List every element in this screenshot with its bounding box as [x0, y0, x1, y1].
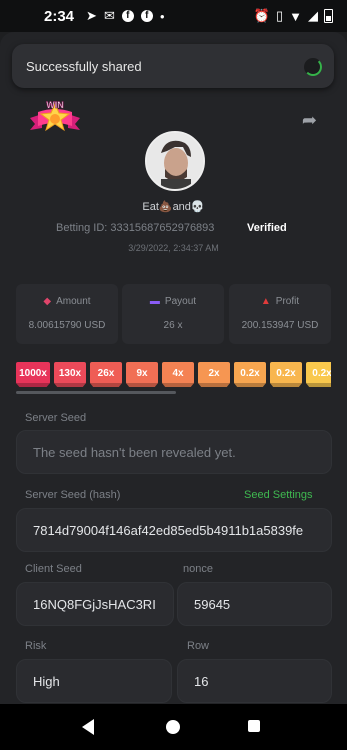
seed-settings-link[interactable]: Seed Settings — [244, 489, 313, 501]
stat-payout: ▬ Payout 26 x — [122, 284, 224, 344]
multiplier-slot: 130x — [54, 362, 86, 384]
avatar — [145, 131, 205, 191]
client-seed-label: Client Seed — [25, 563, 82, 575]
facebook-icon: f — [121, 10, 134, 22]
vibrate-icon: ▯ — [275, 8, 284, 23]
notification-icons: ➤ ✉ f f ● — [86, 8, 165, 24]
dot-icon: ● — [159, 11, 165, 21]
toast-message: Successfully shared — [26, 58, 142, 74]
nonce-label: nonce — [183, 563, 213, 575]
coins-icon: ◆ — [43, 296, 52, 307]
stat-profit: ▲ Profit 200.153947 USD — [229, 284, 331, 344]
status-bar: 2:34 ➤ ✉ f f ● ⏰ ▯ ▼ ◢ — [0, 0, 347, 32]
multiplier-strip[interactable]: 1000x 130x 26x 9x 4x 2x 0.2x 0.2x 0.2x — [16, 362, 331, 388]
username: Eat💩and💀 — [142, 201, 205, 213]
multiplier-slot: 1000x — [16, 362, 50, 384]
toast-notification: Successfully shared — [12, 44, 334, 88]
home-icon[interactable] — [166, 720, 180, 734]
wallet-icon: ▬ — [149, 296, 160, 307]
loading-spinner-icon — [304, 58, 322, 76]
stat-profit-label: Profit — [275, 296, 300, 307]
stat-payout-label: Payout — [164, 296, 197, 307]
nonce-value: 59645 — [194, 596, 231, 612]
win-badge-icon: WIN — [26, 96, 84, 142]
multiplier-slot: 0.2x — [306, 362, 331, 384]
system-icons: ⏰ ▯ ▼ ◢ — [254, 8, 333, 24]
multiplier-slot: 4x — [162, 362, 194, 384]
share-icon[interactable]: ➦ — [302, 110, 317, 131]
back-icon[interactable] — [82, 719, 94, 735]
verified-badge: Verified — [247, 222, 287, 234]
server-seed-field[interactable]: The seed hasn't been revealed yet. — [16, 430, 332, 474]
row-field[interactable]: 16 — [177, 659, 332, 703]
client-seed-field[interactable]: 16NQ8FGjJsHAC3RI — [16, 582, 174, 626]
server-seed-label: Server Seed — [25, 412, 87, 424]
multiplier-slot: 0.2x — [270, 362, 302, 384]
stat-amount: ◆ Amount 8.00615790 USD — [16, 284, 118, 344]
row-value: 16 — [194, 673, 209, 689]
server-seed-hash-value: 7814d79004f146af42ed85ed5b4911b1a5839fe — [33, 522, 304, 538]
server-seed-placeholder: The seed hasn't been revealed yet. — [33, 444, 236, 460]
alarm-icon: ⏰ — [253, 8, 270, 23]
nonce-field[interactable]: 59645 — [177, 582, 332, 626]
svg-text:WIN: WIN — [46, 100, 64, 110]
risk-field[interactable]: High — [16, 659, 172, 703]
stat-amount-value: 8.00615790 USD — [28, 320, 106, 331]
recents-icon[interactable] — [248, 720, 260, 732]
stat-amount-label: Amount — [56, 296, 91, 307]
telegram-icon: ➤ — [86, 8, 97, 23]
bet-date: 3/29/2022, 2:34:37 AM — [128, 243, 219, 253]
gmail-icon: ✉ — [103, 8, 115, 23]
facebook-icon: f — [140, 10, 153, 22]
wifi-icon: ▼ — [289, 8, 302, 24]
betting-id: Betting ID: 33315687652976893 — [56, 222, 215, 234]
server-seed-hash-field[interactable]: 7814d79004f146af42ed85ed5b4911b1a5839fe — [16, 508, 332, 552]
risk-label: Risk — [25, 640, 47, 652]
multiplier-slot: 9x — [126, 362, 158, 384]
stat-payout-value: 26 x — [163, 320, 183, 331]
client-seed-value: 16NQ8FGjJsHAC3RI — [33, 596, 156, 612]
multiplier-slot: 0.2x — [234, 362, 266, 384]
android-nav-bar — [0, 704, 347, 750]
server-seed-hash-label: Server Seed (hash) — [25, 489, 121, 501]
multiplier-slot: 26x — [90, 362, 122, 384]
multiplier-scrollbar[interactable] — [16, 391, 176, 394]
row-label: Row — [187, 640, 210, 652]
stat-profit-value: 200.153947 USD — [241, 320, 319, 331]
signal-icon: ◢ — [308, 8, 318, 23]
battery-icon — [324, 9, 333, 23]
profit-icon: ▲ — [260, 296, 271, 307]
multiplier-slot: 2x — [198, 362, 230, 384]
status-time: 2:34 — [44, 7, 75, 25]
risk-value: High — [33, 673, 60, 689]
